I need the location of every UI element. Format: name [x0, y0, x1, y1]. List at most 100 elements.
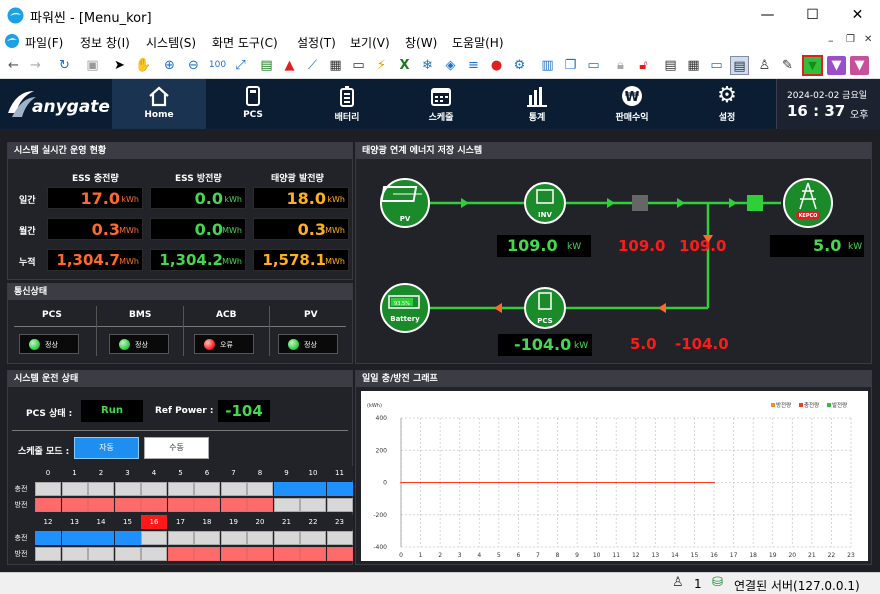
- schedule-slot[interactable]: [35, 547, 61, 561]
- schedule-slot[interactable]: [141, 482, 167, 496]
- schedule-slot[interactable]: [61, 482, 88, 496]
- schedule-slot[interactable]: [88, 498, 114, 512]
- schedule-slot[interactable]: [141, 547, 167, 561]
- green-theme-icon[interactable]: ▼: [802, 55, 823, 76]
- schedule-slot[interactable]: [273, 547, 300, 561]
- schedule-slot[interactable]: [220, 547, 247, 561]
- refresh-icon[interactable]: ↻: [55, 56, 74, 75]
- schedule-slot[interactable]: [114, 482, 141, 496]
- comm-pv-status[interactable]: 정상: [278, 334, 338, 354]
- warning-icon[interactable]: ▲: [280, 56, 299, 75]
- schedule-slot[interactable]: [194, 547, 220, 561]
- zoom-in-icon[interactable]: ⊕: [160, 56, 179, 75]
- layout-icon[interactable]: ▤: [730, 56, 749, 75]
- menu-window[interactable]: 창(W): [405, 34, 437, 51]
- schedule-slot[interactable]: [326, 531, 353, 545]
- auto-mode-button[interactable]: 자동: [74, 437, 139, 459]
- kepco-node[interactable]: KEPCO: [783, 178, 833, 228]
- schedule-slot[interactable]: [247, 531, 273, 545]
- menu-system[interactable]: 시스템(S): [146, 34, 196, 51]
- schedule-slot[interactable]: [326, 482, 353, 496]
- schedule-slot[interactable]: [88, 547, 114, 561]
- schedule-slot[interactable]: [220, 482, 247, 496]
- schedule-slot[interactable]: [141, 531, 167, 545]
- schedule-slot[interactable]: [167, 482, 194, 496]
- schedule-slot[interactable]: [35, 531, 61, 545]
- schedule-slot[interactable]: [273, 482, 300, 496]
- close-button[interactable]: ✕: [835, 0, 880, 31]
- nav-battery[interactable]: 배터리: [300, 79, 394, 129]
- schedule-slot[interactable]: [114, 498, 141, 512]
- calendar-tb-icon[interactable]: ▦: [326, 56, 345, 75]
- schedule-slot[interactable]: [167, 547, 194, 561]
- schedule-slot[interactable]: [114, 547, 141, 561]
- menu-file[interactable]: 파일(F): [25, 34, 63, 51]
- schedule-slot[interactable]: [326, 498, 353, 512]
- report-icon[interactable]: ▤: [661, 56, 680, 75]
- schedule-slot[interactable]: [167, 498, 194, 512]
- settings-tb-icon[interactable]: ⚙: [510, 56, 529, 75]
- nav-home[interactable]: Home: [112, 79, 206, 129]
- zoom-100-icon[interactable]: 100: [208, 56, 227, 75]
- back-icon[interactable]: ←: [4, 56, 23, 75]
- schedule-slot[interactable]: [194, 498, 220, 512]
- schedule-slot[interactable]: [300, 531, 326, 545]
- print-icon[interactable]: ▭: [349, 56, 368, 75]
- schedule-slot[interactable]: [247, 547, 273, 561]
- nav-stats[interactable]: 통계: [490, 79, 584, 129]
- nav-settings[interactable]: ⚙ 설정: [680, 79, 774, 129]
- fit-icon[interactable]: ⤢: [231, 56, 250, 75]
- snowflake-icon[interactable]: ❄: [418, 56, 437, 75]
- lock-icon[interactable]: 🔒︎: [611, 56, 630, 75]
- inv-node[interactable]: INV: [524, 182, 566, 224]
- schedule-slot[interactable]: [35, 482, 61, 496]
- battery-node[interactable]: 93.5% Battery: [380, 283, 430, 333]
- schedule-slot[interactable]: [273, 498, 300, 512]
- table-icon[interactable]: ▦: [684, 56, 703, 75]
- forward-icon[interactable]: →: [26, 56, 45, 75]
- trend-icon[interactable]: ⟋: [303, 56, 322, 75]
- nav-pcs[interactable]: PCS: [206, 79, 300, 129]
- layers-icon[interactable]: ◈: [441, 56, 460, 75]
- pcs-node[interactable]: PCS: [524, 287, 566, 329]
- schedule-slot[interactable]: [300, 498, 326, 512]
- menu-info[interactable]: 정보 창(I): [80, 34, 130, 51]
- flash-icon[interactable]: ⚡: [372, 56, 391, 75]
- mdi-close-icon[interactable]: ✕: [864, 34, 872, 45]
- schedule-slot[interactable]: [220, 531, 247, 545]
- nav-revenue[interactable]: ₩ 판매수익: [585, 79, 679, 129]
- nav-schedule[interactable]: 스케줄: [394, 79, 488, 129]
- schedule-slot[interactable]: [300, 482, 326, 496]
- schedule-slot[interactable]: [61, 547, 88, 561]
- user-search-icon[interactable]: ♙: [755, 56, 774, 75]
- tree-icon[interactable]: ≡: [464, 56, 483, 75]
- mdi-minimize-icon[interactable]: –: [828, 34, 834, 47]
- menu-view[interactable]: 보기(V): [350, 34, 390, 51]
- unlock-icon[interactable]: 🔓︎: [634, 56, 653, 75]
- schedule-slot[interactable]: [220, 498, 247, 512]
- monitor-icon[interactable]: ▭: [584, 56, 603, 75]
- manual-mode-button[interactable]: 수동: [144, 437, 209, 459]
- schedule-slot[interactable]: [114, 531, 141, 545]
- comm-acb-status[interactable]: 오류: [194, 334, 254, 354]
- schedule-slot[interactable]: [61, 531, 88, 545]
- message-icon[interactable]: ▭: [707, 56, 726, 75]
- schedule-slot[interactable]: [194, 531, 220, 545]
- windows-icon[interactable]: ❐: [561, 56, 580, 75]
- schedule-slot[interactable]: [194, 482, 220, 496]
- schedule-slot[interactable]: [300, 547, 326, 561]
- schedule-slot[interactable]: [247, 498, 273, 512]
- hand-icon[interactable]: ✋: [134, 56, 153, 75]
- alarm-bell-icon[interactable]: ●: [487, 56, 506, 75]
- menu-settings[interactable]: 설정(T): [297, 34, 336, 51]
- schedule-slot[interactable]: [326, 547, 353, 561]
- schedule-slot[interactable]: [273, 531, 300, 545]
- schedule-slot[interactable]: [61, 498, 88, 512]
- schedule-slot[interactable]: [88, 531, 114, 545]
- schedule-slot[interactable]: [88, 482, 114, 496]
- pv-node[interactable]: PV: [380, 178, 430, 228]
- menu-screen-tools[interactable]: 화면 도구(C): [212, 34, 278, 51]
- menu-help[interactable]: 도움말(H): [452, 34, 504, 51]
- pointer-icon[interactable]: ➤: [110, 56, 129, 75]
- tools-icon[interactable]: ✎: [778, 56, 797, 75]
